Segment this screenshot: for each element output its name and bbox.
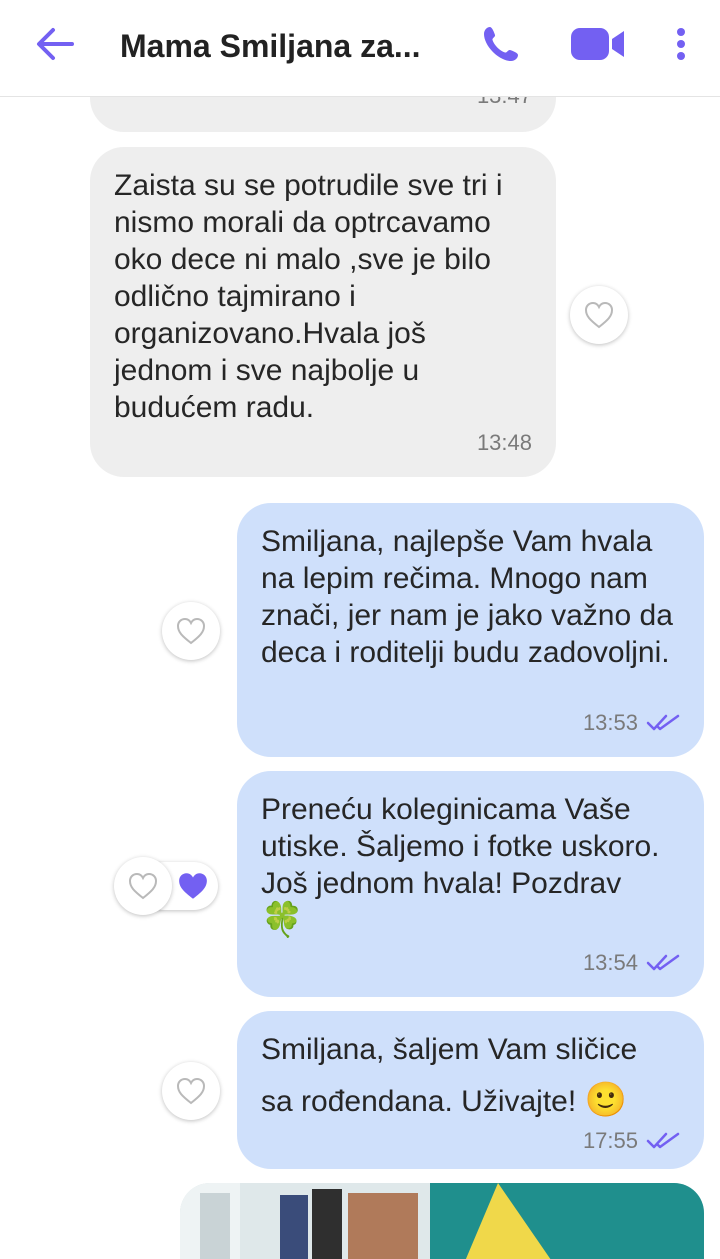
like-button[interactable] xyxy=(162,602,220,660)
message-text: Smiljana, šaljem Vam sličice sa rođendan… xyxy=(261,1033,638,1118)
video-camera-icon xyxy=(571,28,624,60)
video-call-button[interactable] xyxy=(566,20,630,68)
heart-outline-icon xyxy=(176,1077,206,1105)
message-meta: 17:55 xyxy=(583,1129,680,1153)
back-button[interactable] xyxy=(30,22,80,66)
heart-outline-icon xyxy=(128,872,158,900)
more-options-button[interactable] xyxy=(664,20,698,68)
like-button[interactable] xyxy=(114,857,172,915)
heart-outline-icon xyxy=(584,301,614,329)
voice-call-button[interactable] xyxy=(476,20,526,68)
more-vertical-icon xyxy=(677,28,685,60)
message-text-wrap: Preneću koleginicama Vaše utiske. Šaljem… xyxy=(261,791,671,940)
photo-message[interactable] xyxy=(180,1183,704,1259)
chat-title[interactable]: Mama Smiljana za... xyxy=(120,24,450,68)
phone-icon xyxy=(484,27,518,61)
message-meta: 13:48 xyxy=(477,424,532,461)
message-bubble-outgoing[interactable]: Smiljana, šaljem Vam sličice sa rođendan… xyxy=(237,1011,704,1169)
heart-outline-icon xyxy=(176,617,206,645)
message-text-wrap: Smiljana, šaljem Vam sličice sa rođendan… xyxy=(261,1025,671,1127)
heart-filled-icon xyxy=(179,873,207,899)
double-check-icon xyxy=(646,954,680,970)
message-meta: 13:54 xyxy=(583,944,680,981)
message-meta: 13:53 xyxy=(583,704,680,741)
message-bubble-incoming[interactable]: Zaista su se potrudile sve tri i nismo m… xyxy=(90,147,556,477)
message-text: Preneću koleginicama Vaše utiske. Šaljem… xyxy=(261,793,660,900)
message-time: 13:54 xyxy=(582,950,638,975)
double-check-icon xyxy=(646,1132,680,1149)
message-time: 13:53 xyxy=(582,710,638,735)
double-check-icon xyxy=(646,714,680,730)
like-button[interactable] xyxy=(570,286,628,344)
message-bubble-outgoing[interactable]: Smiljana, najlepše Vam hvala na lepim re… xyxy=(237,503,704,757)
like-button[interactable] xyxy=(162,1062,220,1120)
message-time: 13:48 xyxy=(476,430,532,455)
message-text: Smiljana, najlepše Vam hvala na lepim re… xyxy=(261,525,673,669)
four-leaf-clover-emoji: 🍀 xyxy=(261,901,304,939)
chat-header: Mama Smiljana za... xyxy=(0,0,720,97)
message-bubble-outgoing[interactable]: Preneću koleginicama Vaše utiske. Šaljem… xyxy=(237,771,704,997)
message-time: 17:55 xyxy=(582,1128,638,1153)
message-text: Zaista su se potrudile sve tri i nismo m… xyxy=(114,169,503,424)
back-arrow-icon xyxy=(37,28,74,60)
smiling-face-emoji: 🙂 xyxy=(584,1081,627,1119)
photo-thumbnail xyxy=(180,1183,704,1259)
